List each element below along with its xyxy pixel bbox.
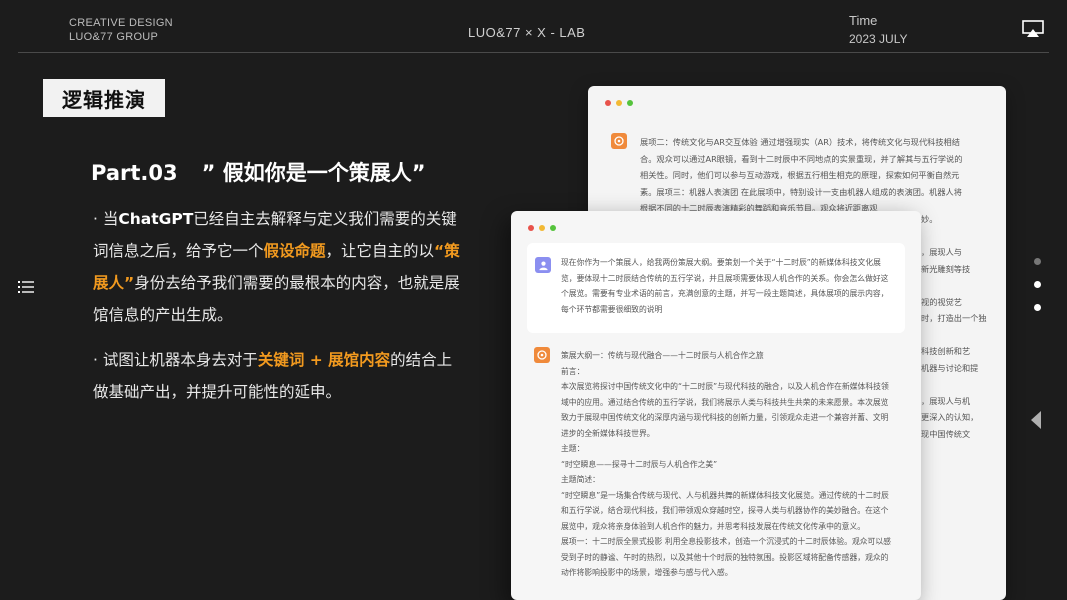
answer-line: 主题： — [561, 444, 585, 453]
bullet-1-text: 身份去给予我们需要的最根本的内容，也就是展馆信息的产出生成。 — [93, 274, 460, 324]
part-title: Part.03 ” 假如你是一个策展人” — [91, 157, 426, 187]
bullet-2: · 试图让机器本身去对于关键词 + 展馆内容的结合上做基础产出，并提升可能性的延… — [93, 344, 463, 408]
header-divider — [18, 52, 1049, 53]
bullet-1-text: · 当 — [93, 210, 119, 228]
fragment-line: 视的视觉艺 — [921, 296, 962, 307]
bullet-2-text: · 试图让机器本身去对于 — [93, 351, 258, 369]
fragment-line: ，展现人与 — [921, 247, 962, 257]
part-heading: ” 假如你是一个策展人” — [201, 161, 426, 185]
bullet-2-highlight: 关键词 + 展馆内容 — [257, 351, 391, 369]
time-block: Time 2023 JULY — [849, 13, 907, 46]
brand-block: CREATIVE DESIGN LUO&77 GROUP — [69, 16, 173, 44]
answer-line: “时空瞬息——探寻十二时辰与人机合作之美” — [561, 459, 718, 469]
time-label: Time — [849, 13, 878, 28]
user-prompt-text: 现在你作为一个策展人，给我两份策展大纲。要策划一个关于“十二时辰”的新媒体科技文… — [561, 258, 889, 314]
fragment-line: 更深入的认知， — [921, 412, 979, 422]
header-center-title: LUO&77 × X - LAB — [468, 25, 586, 40]
fragment-line: 机器与讨论和提 — [921, 362, 979, 373]
menu-list-icon[interactable] — [18, 280, 34, 294]
minimize-dot[interactable] — [616, 100, 622, 106]
part-number: Part.03 — [91, 161, 178, 185]
user-avatar-icon — [535, 257, 551, 273]
brand-line-2: LUO&77 GROUP — [69, 31, 159, 43]
chat-window-front: 现在你作为一个策展人，给我两份策展大纲。要策划一个关于“十二时辰”的新媒体科技文… — [511, 211, 921, 600]
answer-line: 前言： — [561, 366, 585, 376]
user-message: 现在你作为一个策展人，给我两份策展大纲。要策划一个关于“十二时辰”的新媒体科技文… — [527, 243, 905, 333]
assistant-answer: 策展大纲一：传统与现代融合——十二时辰与人机合作之旅 前言： 本次展览将探讨中国… — [561, 348, 891, 581]
chevron-left-icon[interactable] — [1029, 410, 1043, 430]
fragment-line: 妙。 — [921, 214, 938, 224]
bullet-1-highlight: 假设命题 — [263, 242, 326, 260]
bullet-1: · 当ChatGPT已经自主去解释与定义我们需要的关键词信息之后，给予它一个假设… — [93, 203, 463, 331]
fragment-line: 时，打造出一个独 — [921, 313, 987, 323]
answer-line: 本次展览将探讨中国传统文化中的“十二时辰”与现代科技的融合，以及人机合作在新媒体… — [561, 382, 889, 438]
fragment-line: 新光雕刻等技 — [921, 263, 971, 274]
window-controls — [528, 225, 556, 231]
answer-line: 策展大纲一：传统与现代融合——十二时辰与人机合作之旅 — [561, 351, 764, 360]
airplay-icon[interactable] — [1022, 20, 1044, 38]
chatgpt-icon — [534, 347, 550, 363]
answer-line: 展项一：十二时辰全景式投影 利用全息投影技术，创造一个沉浸式的十二时辰体验。观众… — [561, 537, 891, 577]
answer-line: “时空瞬息”是一场集合传统与现代、人与机器共舞的新媒体科技文化展览。通过传统的十… — [561, 490, 889, 531]
fragment-line — [921, 376, 1001, 393]
back-window-fragments: 妙。 ，展现人与 新光雕刻等技 视的视觉艺 时，打造出一个独 科技创新和艺 机器… — [921, 211, 1001, 442]
fragment-line: 现中国传统文 — [921, 428, 971, 439]
fragment-line: ，展现人与机 — [921, 395, 971, 406]
bullet-1-text: ，让它自主的以 — [325, 242, 435, 260]
brand-line-1: CREATIVE DESIGN — [69, 17, 173, 29]
fragment-line: 科技创新和艺 — [921, 346, 971, 356]
answer-line: 主题简述： — [561, 475, 600, 484]
chatgpt-icon — [611, 133, 627, 149]
page-dot-active[interactable] — [1034, 281, 1041, 288]
bullet-1-chatgpt: ChatGPT — [118, 210, 194, 228]
page-dot[interactable] — [1034, 258, 1041, 265]
close-dot[interactable] — [528, 225, 534, 231]
page-dot[interactable] — [1034, 304, 1041, 311]
fragment-line — [921, 327, 1001, 344]
fragment-line — [921, 277, 1001, 294]
fragment-line — [921, 228, 1001, 245]
maximize-dot[interactable] — [627, 100, 633, 106]
back-answer-text: 展项二：传统文化与AR交互体验 通过增强现实（AR）技术，将传统文化与现代科技相… — [640, 137, 963, 213]
minimize-dot[interactable] — [539, 225, 545, 231]
section-tag: 逻辑推演 — [43, 79, 165, 117]
time-value: 2023 JULY — [849, 32, 908, 46]
maximize-dot[interactable] — [550, 225, 556, 231]
close-dot[interactable] — [605, 100, 611, 106]
page-dots-nav — [1034, 258, 1042, 327]
window-controls — [605, 100, 633, 106]
